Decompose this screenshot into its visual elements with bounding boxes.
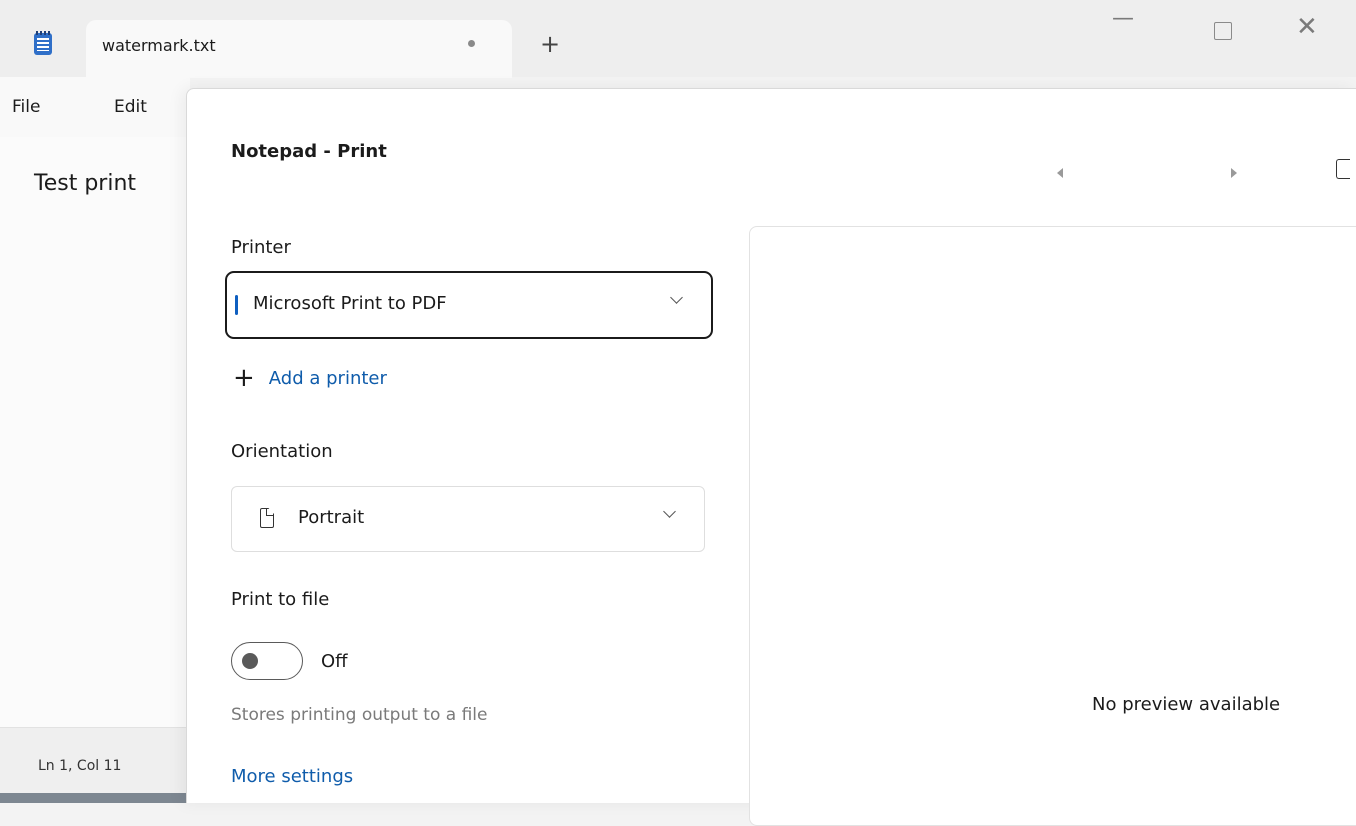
print-to-file-toggle[interactable]	[231, 642, 303, 680]
maximize-button[interactable]	[1214, 22, 1232, 40]
print-to-file-label: Print to file	[231, 589, 330, 610]
unsaved-dot-icon[interactable]	[468, 40, 475, 47]
new-tab-button[interactable]: +	[540, 32, 560, 56]
focus-accent	[235, 295, 238, 315]
status-bar: Ln 1, Col 11	[0, 727, 190, 793]
print-to-file-hint: Stores printing output to a file	[231, 705, 488, 725]
toggle-knob	[242, 653, 258, 669]
toggle-state: Off	[321, 651, 348, 672]
taskbar-edge	[0, 793, 190, 803]
triangle-right-icon[interactable]	[1231, 168, 1237, 178]
notepad-icon	[34, 31, 52, 55]
title-bar: watermark.txt + — ✕	[0, 0, 1356, 78]
printer-selected: Microsoft Print to PDF	[253, 293, 447, 314]
print-dialog: Notepad - Print Printer Microsoft Print …	[186, 88, 1356, 826]
preview-message: No preview available	[1092, 694, 1281, 715]
orientation-label: Orientation	[231, 441, 333, 462]
printer-label: Printer	[231, 237, 291, 258]
add-printer-button[interactable]: + Add a printer	[233, 363, 387, 393]
orientation-dropdown[interactable]: Portrait	[231, 486, 705, 552]
page-fold	[266, 508, 274, 516]
more-settings-link[interactable]: More settings	[231, 766, 353, 787]
triangle-left-icon[interactable]	[1057, 168, 1063, 178]
close-button[interactable]: ✕	[1296, 12, 1318, 42]
menu-bar: File Edit	[0, 77, 190, 137]
printer-dropdown[interactable]: Microsoft Print to PDF	[225, 271, 713, 339]
print-preview: No preview available	[749, 226, 1356, 826]
text-editor[interactable]: Test print	[0, 137, 190, 727]
editor-content: Test print	[34, 171, 137, 196]
tab-title: watermark.txt	[102, 36, 216, 55]
dialog-title: Notepad - Print	[231, 141, 387, 162]
cursor-position: Ln 1, Col 11	[38, 758, 122, 774]
plus-icon: +	[233, 363, 255, 393]
chevron-down-icon	[663, 505, 676, 518]
menu-edit[interactable]: Edit	[114, 97, 147, 117]
minimize-button[interactable]: —	[1112, 6, 1134, 31]
menu-file[interactable]: File	[12, 97, 40, 117]
add-printer-label: Add a printer	[268, 367, 387, 389]
chevron-down-icon	[670, 291, 683, 304]
tab-watermark[interactable]: watermark.txt	[86, 20, 512, 78]
fit-page-icon[interactable]	[1336, 159, 1350, 179]
orientation-selected: Portrait	[298, 507, 365, 528]
